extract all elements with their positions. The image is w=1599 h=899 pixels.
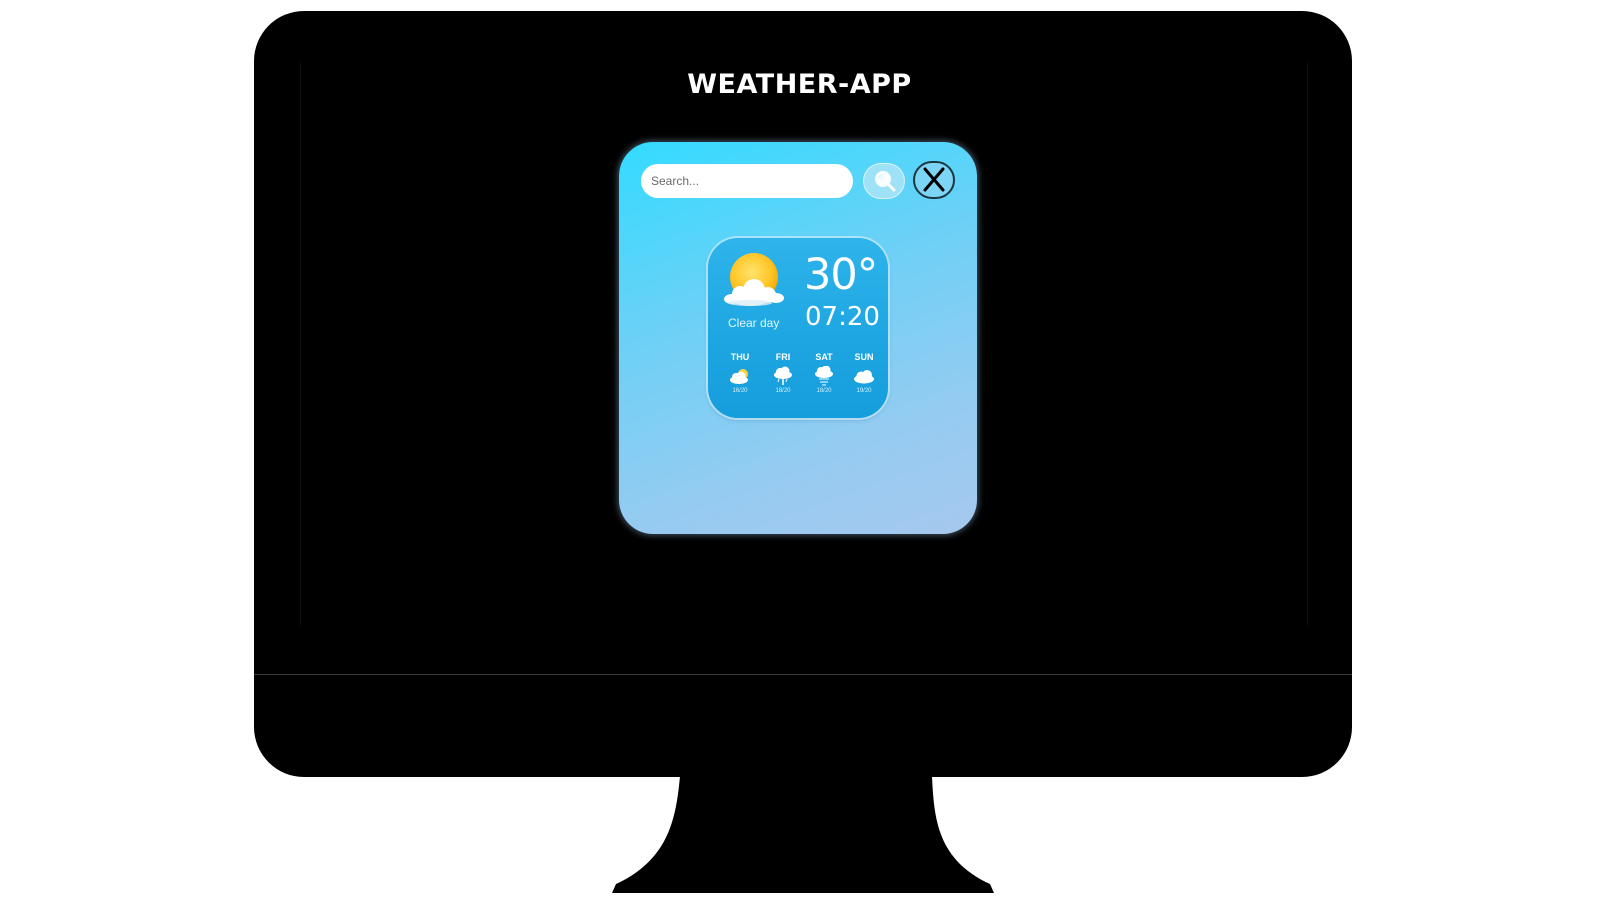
stage: WEATHER-APP Search... 30° 07:20 Clear da… bbox=[0, 0, 1599, 899]
page-title: WEATHER-APP bbox=[687, 69, 912, 100]
forecast-day: THU 16/20 bbox=[720, 352, 760, 394]
forecast-day-label: SAT bbox=[815, 352, 833, 362]
search-input[interactable] bbox=[641, 164, 853, 198]
forecast-range: 19/20 bbox=[856, 388, 872, 394]
weather-widget: 30° 07:20 Clear day THU 16/20 FRI 18/20 … bbox=[708, 238, 888, 418]
sun-behind-cloud-icon bbox=[724, 253, 784, 306]
temperature: 30° bbox=[804, 250, 878, 300]
snow-cloud-icon bbox=[815, 366, 833, 386]
monitor-chin-divider bbox=[254, 674, 1352, 675]
forecast-day-label: FRI bbox=[775, 352, 791, 362]
weather-condition: Clear day bbox=[728, 316, 780, 330]
search-button[interactable] bbox=[863, 163, 905, 199]
forecast-day-label: SUN bbox=[854, 352, 874, 362]
forecast-day-label: THU bbox=[730, 352, 750, 362]
close-button[interactable] bbox=[913, 161, 955, 199]
weather-app-card: 30° 07:20 Clear day THU 16/20 FRI bbox=[619, 142, 977, 534]
forecast-row: THU 16/20 FRI 18/20 SAT 18/20 SUN 19/20 bbox=[716, 352, 880, 410]
forecast-range: 16/20 bbox=[732, 388, 748, 394]
current-time: 07:20 bbox=[805, 302, 880, 332]
partly-cloudy-icon bbox=[730, 369, 748, 384]
search-icon bbox=[875, 171, 896, 192]
forecast-day: FRI 18/20 bbox=[763, 352, 803, 394]
cloud-icon bbox=[854, 370, 874, 384]
close-icon bbox=[923, 167, 945, 192]
forecast-range: 18/20 bbox=[775, 388, 791, 394]
forecast-range: 18/20 bbox=[816, 388, 832, 394]
rain-cloud-icon bbox=[774, 366, 792, 385]
forecast-day: SAT 18/20 bbox=[804, 352, 844, 394]
forecast-day: SUN 19/20 bbox=[844, 352, 884, 394]
